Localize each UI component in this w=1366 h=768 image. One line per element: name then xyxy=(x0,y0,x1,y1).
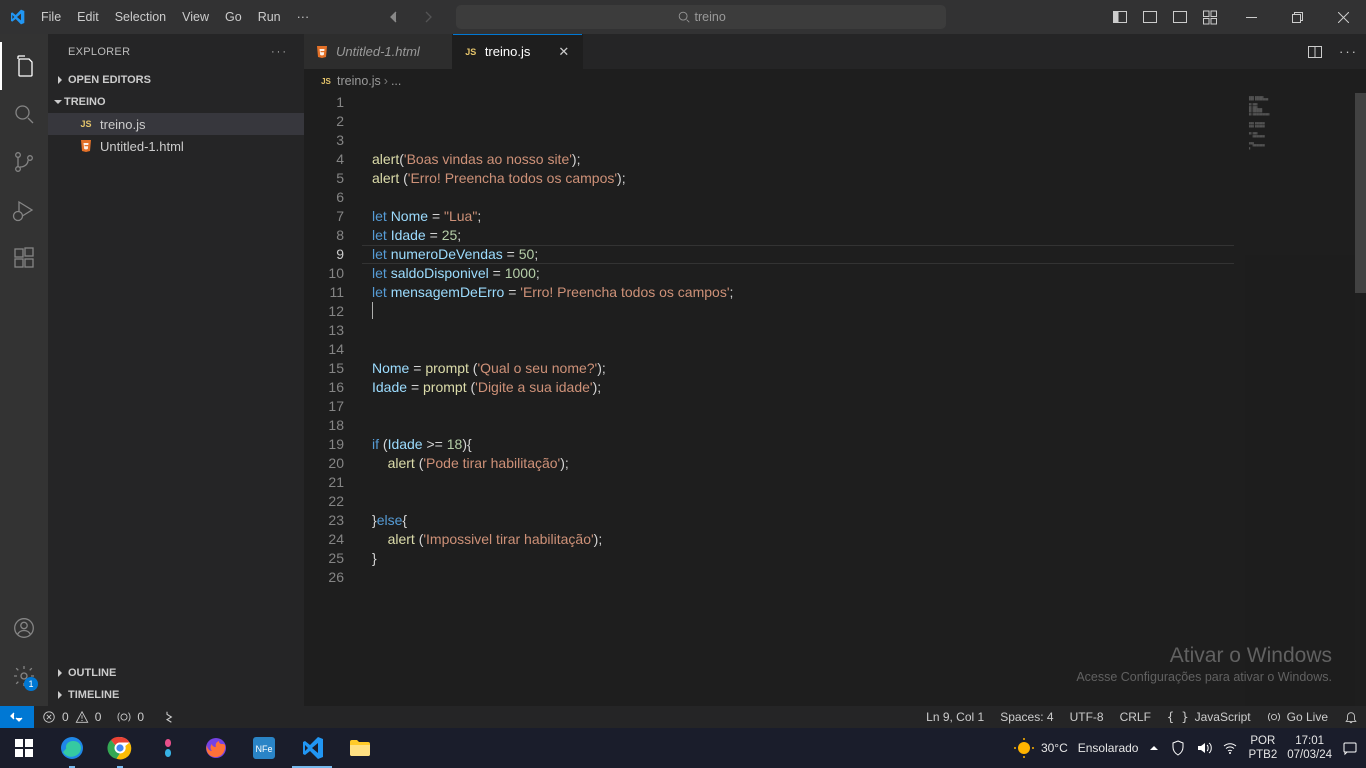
activity-debug-icon[interactable] xyxy=(0,186,48,234)
folder-treino[interactable]: TREINO xyxy=(48,91,304,113)
tray-wifi-icon[interactable] xyxy=(1222,740,1238,756)
tab-untitled-html[interactable]: Untitled-1.html ✕ xyxy=(304,34,453,69)
taskbar-vscode-icon[interactable] xyxy=(288,728,336,768)
line-numbers: 1234567891011121314151617181920212223242… xyxy=(304,93,362,706)
tab-close-icon[interactable]: ✕ xyxy=(556,44,572,60)
window-minimize-icon[interactable] xyxy=(1228,0,1274,34)
status-indent[interactable]: Spaces: 4 xyxy=(992,710,1061,724)
activity-search-icon[interactable] xyxy=(0,90,48,138)
vscode-logo-icon xyxy=(0,9,34,25)
window-close-icon[interactable] xyxy=(1320,0,1366,34)
activity-scm-icon[interactable] xyxy=(0,138,48,186)
tray-lang[interactable]: POR PTB2 xyxy=(1248,734,1277,762)
vertical-scrollbar[interactable] xyxy=(1355,93,1366,706)
status-notifications-icon[interactable] xyxy=(1336,710,1366,724)
section-timeline[interactable]: TIMELINE xyxy=(48,684,304,706)
status-encoding[interactable]: UTF-8 xyxy=(1062,710,1112,724)
minimap[interactable]: ████ ███████ ████ ███████████ ██ ████ ██… xyxy=(1245,93,1355,706)
file-treino-js[interactable]: JS treino.js xyxy=(48,113,304,135)
chevron-right-icon xyxy=(52,667,68,679)
status-golive[interactable]: Go Live xyxy=(1259,710,1336,724)
file-untitled-html[interactable]: Untitled-1.html xyxy=(48,135,304,157)
activity-settings-icon[interactable]: 1 xyxy=(0,652,48,700)
windows-activation-watermark: Ativar o Windows Acesse Configurações pa… xyxy=(1076,644,1332,684)
js-file-icon: JS xyxy=(318,73,334,89)
editor-group: Untitled-1.html ✕ JS treino.js ✕ ··· JS … xyxy=(304,34,1366,706)
tray-weather[interactable]: 30°C Ensolarado xyxy=(1013,737,1139,759)
titlebar: File Edit Selection View Go Run ··· trei… xyxy=(0,0,1366,34)
layout-customize-icon[interactable] xyxy=(1202,9,1218,25)
chevron-right-icon xyxy=(52,74,68,86)
taskbar-edge-icon[interactable] xyxy=(48,728,96,768)
more-actions-icon[interactable]: ··· xyxy=(1339,44,1358,59)
status-bar: 0 0 0 Ln 9, Col 1 Spaces: 4 UTF-8 CRLF {… xyxy=(0,706,1366,728)
menu-run[interactable]: Run xyxy=(251,0,288,34)
window-maximize-icon[interactable] xyxy=(1274,0,1320,34)
code-editor[interactable]: 1234567891011121314151617181920212223242… xyxy=(304,93,1366,706)
activity-extensions-icon[interactable] xyxy=(0,234,48,282)
taskbar-nfe-icon[interactable]: NFe xyxy=(240,728,288,768)
svg-text:NFe: NFe xyxy=(255,744,272,754)
status-problems[interactable]: 0 0 xyxy=(34,706,109,728)
tray-chevron-up-icon[interactable] xyxy=(1148,742,1160,754)
chevron-down-icon xyxy=(52,96,64,108)
search-command-center[interactable]: treino xyxy=(456,5,946,29)
taskbar-chrome-icon[interactable] xyxy=(96,728,144,768)
section-outline[interactable]: OUTLINE xyxy=(48,662,304,684)
settings-badge: 1 xyxy=(24,677,38,691)
section-open-editors[interactable]: OPEN EDITORS xyxy=(48,69,304,91)
nav-forward-icon[interactable] xyxy=(420,9,436,25)
tab-bar: Untitled-1.html ✕ JS treino.js ✕ ··· xyxy=(304,34,1366,69)
status-language[interactable]: { }JavaScript xyxy=(1159,710,1259,724)
tray-volume-icon[interactable] xyxy=(1196,740,1212,756)
status-cursor-position[interactable]: Ln 9, Col 1 xyxy=(918,710,992,724)
explorer-title: EXPLORER xyxy=(68,46,130,58)
explorer-more-icon[interactable]: ··· xyxy=(271,46,288,58)
windows-taskbar: NFe 30°C Ensolarado POR PTB2 17:01 07/03… xyxy=(0,728,1366,768)
tab-treino-js[interactable]: JS treino.js ✕ xyxy=(453,34,583,69)
nav-back-icon[interactable] xyxy=(386,9,402,25)
menu-go[interactable]: Go xyxy=(218,0,249,34)
activity-accounts-icon[interactable] xyxy=(0,604,48,652)
html-file-icon xyxy=(314,44,330,60)
html-file-icon xyxy=(78,138,94,154)
js-file-icon: JS xyxy=(463,44,479,60)
layout-left-icon[interactable] xyxy=(1112,9,1128,25)
menu-edit[interactable]: Edit xyxy=(70,0,106,34)
status-eol[interactable]: CRLF xyxy=(1112,710,1159,724)
layout-bottom-icon[interactable] xyxy=(1142,9,1158,25)
tray-datetime[interactable]: 17:01 07/03/24 xyxy=(1287,734,1332,762)
tray-security-icon[interactable] xyxy=(1170,740,1186,756)
js-file-icon: JS xyxy=(78,116,94,132)
chevron-right-icon xyxy=(52,689,68,701)
split-editor-icon[interactable] xyxy=(1307,44,1323,60)
chevron-right-icon: › xyxy=(384,74,388,88)
layout-right-icon[interactable] xyxy=(1172,9,1188,25)
status-live-preview[interactable] xyxy=(152,706,182,728)
code-content[interactable]: alert('Boas vindas ao nosso site');alert… xyxy=(362,93,1366,706)
menu-view[interactable]: View xyxy=(175,0,216,34)
sidebar-explorer: EXPLORER ··· OPEN EDITORS TREINO JS trei… xyxy=(48,34,304,706)
menu-bar: File Edit Selection View Go Run ··· xyxy=(34,0,316,34)
menu-selection[interactable]: Selection xyxy=(108,0,173,34)
taskbar-copilot-icon[interactable] xyxy=(144,728,192,768)
menu-file[interactable]: File xyxy=(34,0,68,34)
taskbar-firefox-icon[interactable] xyxy=(192,728,240,768)
tray-notifications-icon[interactable] xyxy=(1342,740,1358,756)
start-button[interactable] xyxy=(0,728,48,768)
menu-more-icon[interactable]: ··· xyxy=(290,0,317,34)
breadcrumb[interactable]: JS treino.js › ... xyxy=(304,69,1366,93)
remote-icon[interactable] xyxy=(0,706,34,728)
taskbar-explorer-icon[interactable] xyxy=(336,728,384,768)
activity-explorer-icon[interactable] xyxy=(0,42,48,90)
activity-bar: 1 xyxy=(0,34,48,706)
status-ports[interactable]: 0 xyxy=(109,706,152,728)
search-text: treino xyxy=(695,10,726,24)
